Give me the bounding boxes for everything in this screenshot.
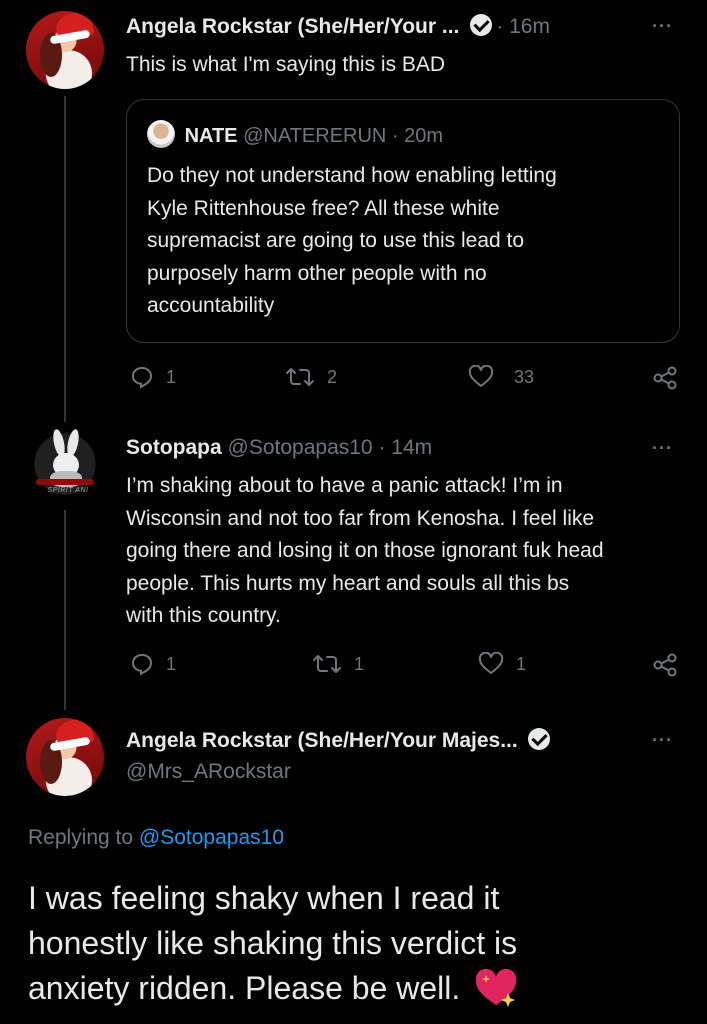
share-button[interactable] (652, 365, 678, 391)
tweet1-header: Angela Rockstar (She/Her/Your ... · 16m (126, 14, 550, 39)
author-handle[interactable]: @Sotopapas10 (228, 436, 373, 459)
replying-to: Replying to @Sotopapas10 (28, 826, 284, 850)
reply-count: 1 (166, 366, 177, 387)
tweet-text-line: honestly like shaking this verdict is (28, 925, 518, 961)
more-options-icon[interactable]: ··· (652, 16, 673, 37)
like-button[interactable]: 33 (468, 365, 534, 389)
verified-badge-icon (469, 14, 492, 36)
tweet-text-line: anxiety ridden. Please be well. (28, 970, 461, 1006)
avatar-caption: SPIRIT ANI (47, 487, 89, 494)
reply-button[interactable]: 1 (130, 365, 176, 389)
share-button[interactable] (652, 652, 678, 678)
quote-header: NATE @NATERERUN · 20m (147, 120, 443, 148)
author-handle[interactable]: @Mrs_ARockstar (126, 760, 291, 784)
share-icon (653, 653, 677, 677)
replying-handle-link[interactable]: @Sotopapas10 (139, 826, 284, 849)
author-name[interactable]: Angela Rockstar (She/Her/Your Majes... (126, 729, 518, 752)
tweet-text-line: people. This hurts my heart and souls al… (126, 571, 570, 595)
like-count: 33 (514, 366, 535, 387)
tweet-text-line: with this country. (126, 604, 281, 627)
heart-icon (478, 652, 504, 674)
tweet3-header: Angela Rockstar (She/Her/Your Majes... (126, 728, 551, 753)
reply-icon (131, 366, 153, 389)
avatar-angela[interactable] (26, 718, 104, 796)
more-options-icon[interactable]: ··· (652, 730, 673, 751)
quote-avatar (147, 120, 175, 148)
tweet-text-line: I’m shaking about to have a panic attack… (126, 474, 563, 497)
like-count: 1 (516, 653, 527, 674)
quote-handle: @NATERERUN (243, 125, 387, 147)
avatar-sotopapa[interactable]: SPIRIT ANI (26, 425, 104, 503)
more-options-icon[interactable]: ··· (652, 438, 673, 459)
thread-line (64, 510, 66, 710)
tweet-text-line: Wisconsin and not too far from Kenosha. … (126, 506, 595, 530)
author-name[interactable]: Sotopapa (126, 436, 222, 459)
quote-text: Do they not understand how enabling lett… (147, 160, 557, 323)
retweet-button[interactable]: 2 (285, 365, 337, 389)
reply-count: 1 (166, 653, 177, 674)
sparkling-heart-icon (476, 968, 517, 1007)
author-name[interactable]: Angela Rockstar (She/Her/Your ... (126, 15, 459, 38)
replying-prefix: Replying to (28, 826, 134, 849)
quote-time: · 20m (391, 125, 444, 147)
tweet-time[interactable]: · 14m (378, 436, 432, 459)
tweet2-header: Sotopapa @Sotopapas10 · 14m (126, 436, 432, 460)
tweet-time[interactable]: · 16m (496, 15, 550, 38)
quote-text-line: purposely harm other people with no (147, 261, 487, 285)
avatar-angela[interactable] (26, 11, 104, 89)
share-icon (653, 366, 677, 390)
tweet-text-line: I was feeling shaky when I read it (28, 880, 500, 916)
quote-text-line: accountability (147, 294, 275, 317)
tweet-text-line: anxiety ridden. Please be well. (28, 966, 518, 1011)
quote-text-line: Kyle Rittenhouse free? All these white (147, 196, 500, 220)
tweet-text-line: going there and losing it on those ignor… (126, 539, 604, 562)
quote-author-name: NATE (184, 125, 238, 147)
thread-line (64, 96, 66, 422)
retweet-icon (313, 655, 341, 673)
heart-icon (468, 365, 494, 387)
reply-button[interactable]: 1 (130, 652, 176, 676)
verified-badge-icon (528, 728, 551, 750)
tweet-text: I was feeling shaky when I read it hones… (28, 876, 518, 1011)
retweet-count: 2 (327, 366, 338, 387)
like-button[interactable]: 1 (478, 652, 526, 676)
quote-text-line: supremacist are going to use this lead t… (147, 229, 525, 252)
retweet-count: 1 (354, 653, 365, 674)
retweet-button[interactable]: 1 (312, 652, 364, 676)
quoted-tweet[interactable]: NATE @NATERERUN · 20m Do they not unders… (126, 99, 680, 343)
reply-icon (131, 653, 153, 676)
tweet-text: I’m shaking about to have a panic attack… (126, 470, 604, 633)
quote-text-line: Do they not understand how enabling lett… (147, 164, 557, 187)
retweet-icon (286, 368, 314, 386)
tweet-text: This is what I'm saying this is BAD (126, 53, 446, 76)
